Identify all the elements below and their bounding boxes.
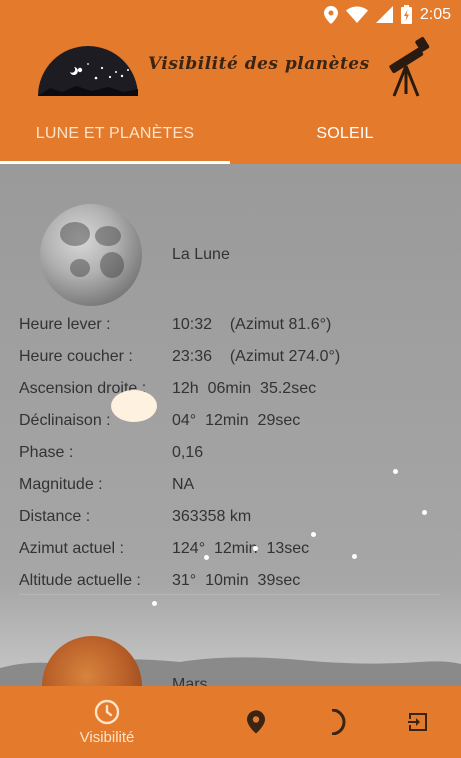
divider — [19, 594, 440, 595]
detail-value: 363358 km — [172, 508, 252, 525]
nav-moon[interactable] — [316, 686, 360, 758]
detail-row-rise: Heure lever : 10:32 (Azimut 81.6°) — [19, 316, 449, 348]
detail-row-set: Heure coucher : 23:36 (Azimut 274.0°) — [19, 348, 449, 380]
detail-value: 124° 12min 13sec — [172, 540, 310, 557]
detail-row-right-ascension: Ascension droite : 12h 06min 35.2sec — [19, 380, 449, 412]
status-icons: 2:05 — [323, 5, 451, 24]
detail-row-altitude: Altitude actuelle : 31° 10min 39sec — [19, 572, 449, 604]
detail-label: Heure lever : — [19, 316, 111, 333]
status-bar: 2:05 — [0, 0, 461, 32]
clock-icon — [94, 699, 120, 724]
detail-label: Azimut actuel : — [19, 540, 124, 557]
detail-value: 10:32 (Azimut 81.6°) — [172, 316, 332, 333]
nav-location[interactable] — [234, 686, 278, 758]
detail-label: Magnitude : — [19, 476, 103, 493]
moon-image — [40, 204, 142, 306]
tab-soleil[interactable]: SOLEIL — [230, 104, 460, 164]
nav-label: Visibilité — [79, 728, 135, 746]
moon-name: La Lune — [172, 246, 230, 263]
planet-list[interactable]: La Lune Heure lever : 10:32 (Azimut 81.6… — [0, 164, 461, 686]
detail-label: Phase : — [19, 444, 74, 461]
app-title: Visibilité des planètes — [148, 54, 370, 74]
exit-icon — [408, 713, 427, 731]
detail-value: 31° 10min 39sec — [172, 572, 301, 589]
tab-lune-et-planetes[interactable]: LUNE ET PLANÈTES — [0, 104, 230, 164]
night-sky-logo-icon — [38, 46, 138, 96]
glow-blob — [111, 390, 157, 422]
wifi-icon — [345, 6, 368, 23]
detail-row-distance: Distance : 363358 km — [19, 508, 449, 540]
status-time: 2:05 — [419, 5, 451, 23]
detail-value: 04° 12min 29sec — [172, 412, 301, 429]
star — [253, 546, 258, 551]
detail-label: Heure coucher : — [19, 348, 133, 365]
nav-visibilite[interactable]: Visibilité — [64, 686, 150, 758]
moon-crescent-icon — [331, 709, 346, 735]
detail-value: 12h 06min 35.2sec — [172, 380, 317, 397]
detail-row-phase: Phase : 0,16 — [19, 444, 449, 476]
star — [152, 601, 157, 606]
star — [352, 554, 357, 559]
detail-row-declination: Déclinaison : 04° 12min 29sec — [19, 412, 449, 444]
bottom-navigation: Visibilité — [0, 686, 461, 758]
tab-bar: LUNE ET PLANÈTES SOLEIL — [0, 104, 461, 164]
signal-icon — [375, 6, 393, 23]
detail-row-magnitude: Magnitude : NA — [19, 476, 449, 508]
location-pin-icon — [323, 5, 338, 24]
app-header: Visibilité des planètes — [0, 32, 461, 104]
star — [311, 532, 316, 537]
detail-value: 0,16 — [172, 444, 204, 461]
star — [393, 469, 398, 474]
star — [422, 510, 427, 515]
detail-label: Distance : — [19, 508, 91, 525]
detail-label: Altitude actuelle : — [19, 572, 141, 589]
mars-name: Mars — [172, 676, 208, 686]
nav-exit[interactable] — [396, 686, 440, 758]
star — [204, 555, 209, 560]
telescope-icon — [389, 37, 430, 97]
battery-charging-icon — [400, 5, 412, 24]
detail-value: 23:36 (Azimut 274.0°) — [172, 348, 341, 365]
detail-row-azimuth: Azimut actuel : 124° 12min 13sec — [19, 540, 449, 572]
detail-label: Déclinaison : — [19, 412, 111, 429]
detail-value: NA — [172, 476, 195, 493]
location-pin-icon — [247, 710, 265, 734]
mars-image — [42, 636, 142, 686]
